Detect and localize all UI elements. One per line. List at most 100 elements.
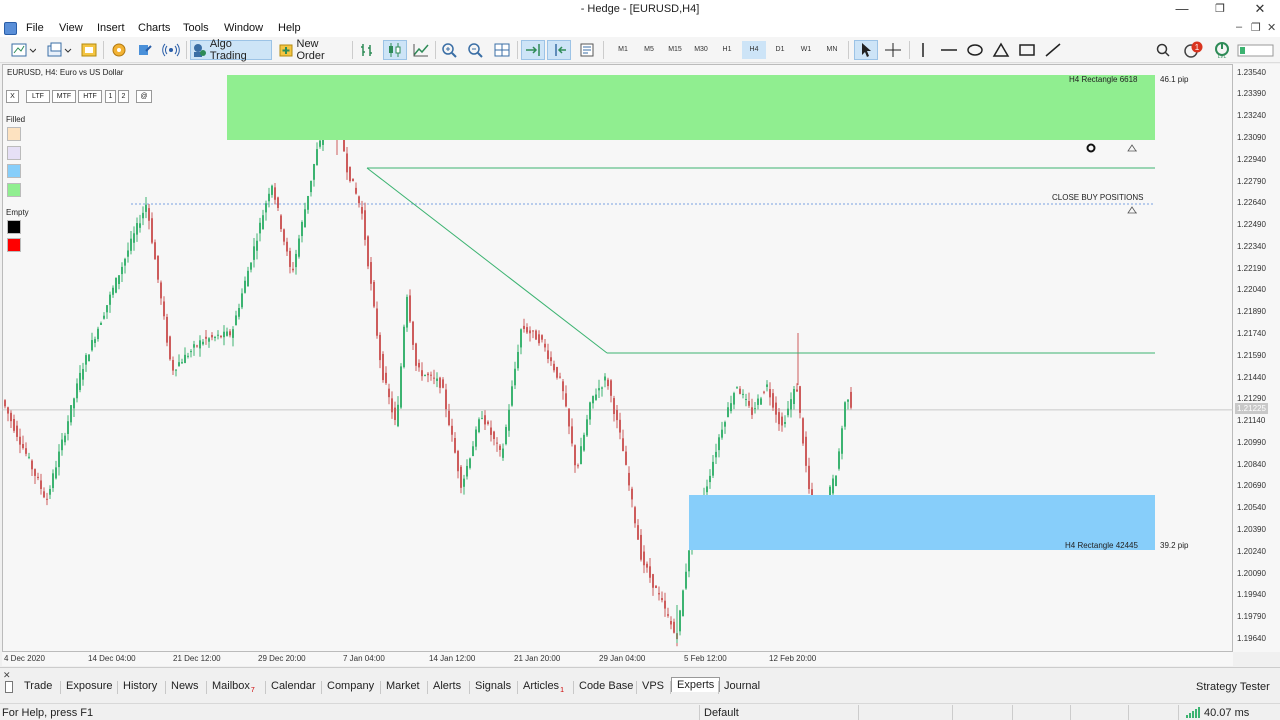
timeframe-m1[interactable]: M1: [612, 41, 634, 59]
candle-body: [274, 187, 276, 200]
menu-window[interactable]: Window: [224, 22, 263, 34]
chart-shift-icon[interactable]: [547, 40, 571, 60]
empty-swatch-black[interactable]: [7, 220, 21, 234]
menu-insert[interactable]: Insert: [97, 22, 125, 34]
chart-window-icon[interactable]: [4, 22, 17, 35]
timeframe-m30[interactable]: M30: [690, 41, 712, 59]
tab-code-base[interactable]: Code Base: [579, 679, 633, 693]
candle-body: [646, 563, 648, 568]
tab-news[interactable]: News: [171, 679, 199, 693]
navigator-icon[interactable]: [108, 40, 130, 60]
tab-exposure[interactable]: Exposure: [66, 679, 112, 693]
panel-htf-button[interactable]: HTF: [78, 90, 102, 103]
candle-body: [496, 442, 498, 444]
market-watch-icon[interactable]: [78, 40, 100, 60]
search-icon[interactable]: [1152, 40, 1174, 60]
current-price-label: 1.21225: [1235, 402, 1268, 414]
panel-2-button[interactable]: 2: [118, 90, 129, 103]
toolbox-close-icon[interactable]: ✕: [3, 670, 11, 681]
menu-view[interactable]: View: [59, 22, 83, 34]
mdi-close-icon[interactable]: ✕: [1267, 21, 1276, 34]
panel-close-button[interactable]: X: [6, 90, 19, 103]
candle-body: [223, 331, 225, 338]
timeframe-d1[interactable]: D1: [769, 41, 791, 59]
mdi-minimize-icon[interactable]: –: [1236, 21, 1242, 33]
battery-level-icon[interactable]: [1236, 40, 1276, 60]
tab-experts[interactable]: Experts: [671, 677, 721, 692]
price-chart[interactable]: EURUSD, H4: Euro vs US Dollar X LTF MTF …: [2, 64, 1234, 652]
tab-signals[interactable]: Signals: [475, 679, 511, 693]
close-icon[interactable]: ✕: [1240, 0, 1280, 20]
filled-swatch-peach[interactable]: [7, 127, 21, 141]
timeframe-w1[interactable]: W1: [795, 41, 817, 59]
timeframe-h1[interactable]: H1: [716, 41, 738, 59]
toolbar-separator: [186, 41, 187, 59]
timeframe-m5[interactable]: M5: [638, 41, 660, 59]
candle-body: [181, 362, 183, 364]
close-buy-label: CLOSE BUY POSITIONS: [1052, 193, 1144, 202]
panel-ltf-button[interactable]: LTF: [26, 90, 50, 103]
cursor-icon[interactable]: [854, 40, 878, 60]
tab-label: Trade: [24, 680, 53, 692]
tab-vps[interactable]: VPS: [642, 679, 664, 693]
menu-help[interactable]: Help: [278, 22, 301, 34]
tab-mailbox[interactable]: Mailbox7: [212, 679, 255, 695]
triangle-icon[interactable]: [989, 40, 1013, 60]
line-chart-icon[interactable]: [410, 40, 432, 60]
toolbox-gripper-icon[interactable]: [5, 681, 13, 693]
panel-at-button[interactable]: @: [136, 90, 152, 103]
new-order-button[interactable]: New Order: [278, 38, 348, 62]
rectangle-icon[interactable]: [1015, 40, 1039, 60]
mdi-restore-icon[interactable]: ❐: [1251, 21, 1261, 34]
timeframe-m15[interactable]: M15: [664, 41, 686, 59]
tile-windows-icon[interactable]: [491, 40, 513, 60]
filled-swatch-lavender[interactable]: [7, 146, 21, 160]
h4-rectangle-top[interactable]: [227, 75, 1155, 140]
filled-swatch-lightgreen[interactable]: [7, 183, 21, 197]
menu-file[interactable]: File: [26, 22, 44, 34]
candlestick-chart-icon[interactable]: [383, 40, 407, 60]
horizontal-line-icon[interactable]: [937, 40, 961, 60]
signal-icon[interactable]: [160, 40, 182, 60]
price-label: 1.21140: [1237, 416, 1266, 426]
panel-mtf-button[interactable]: MTF: [52, 90, 76, 103]
menu-charts[interactable]: Charts: [138, 22, 170, 34]
minimize-icon[interactable]: —: [1162, 0, 1202, 20]
tab-trade[interactable]: Trade: [24, 679, 52, 693]
tab-market[interactable]: Market: [386, 679, 420, 693]
timeframe-mn[interactable]: MN: [821, 41, 843, 59]
data-window-icon[interactable]: [134, 40, 156, 60]
filled-swatch-lightblue[interactable]: [7, 164, 21, 178]
templates-icon[interactable]: [576, 40, 598, 60]
candle-body: [652, 574, 654, 588]
zoom-in-icon[interactable]: [439, 40, 461, 60]
tab-articles[interactable]: Articles1: [523, 679, 564, 695]
empty-swatch-red[interactable]: [7, 238, 21, 252]
timeframe-h4[interactable]: H4: [742, 41, 766, 59]
zoom-out-icon[interactable]: [465, 40, 487, 60]
lvl-icon[interactable]: LVL: [1210, 40, 1234, 60]
tab-company[interactable]: Company: [327, 679, 374, 693]
ellipse-icon[interactable]: [963, 40, 987, 60]
tab-calendar[interactable]: Calendar: [271, 679, 316, 693]
restore-icon[interactable]: ❐: [1200, 0, 1240, 20]
tab-alerts[interactable]: Alerts: [433, 679, 461, 693]
tab-history[interactable]: History: [123, 679, 157, 693]
new-chart-icon[interactable]: [8, 40, 38, 60]
time-axis[interactable]: 4 Dec 2020 14 Dec 04:00 21 Dec 12:00 29 Dec…: [2, 652, 1233, 666]
trendline-icon[interactable]: [1041, 40, 1065, 60]
profiles-icon[interactable]: [44, 40, 74, 60]
panel-1-button[interactable]: 1: [105, 90, 116, 103]
vertical-line-icon[interactable]: [913, 40, 933, 60]
crosshair-icon[interactable]: [881, 40, 905, 60]
bar-chart-icon[interactable]: [357, 40, 379, 60]
menu-tools[interactable]: Tools: [183, 22, 209, 34]
strategy-tester-button[interactable]: Strategy Tester: [1196, 681, 1270, 693]
candle-body: [268, 193, 270, 202]
tab-journal[interactable]: Journal: [724, 679, 760, 693]
algo-trading-button[interactable]: Algo Trading: [190, 38, 272, 62]
candle-body: [175, 369, 177, 371]
price-axis[interactable]: 1.23540 1.23390 1.23240 1.23090 1.22940 1.227…: [1233, 64, 1280, 652]
auto-scroll-icon[interactable]: [521, 40, 545, 60]
notifications-icon[interactable]: 1: [1182, 40, 1206, 60]
